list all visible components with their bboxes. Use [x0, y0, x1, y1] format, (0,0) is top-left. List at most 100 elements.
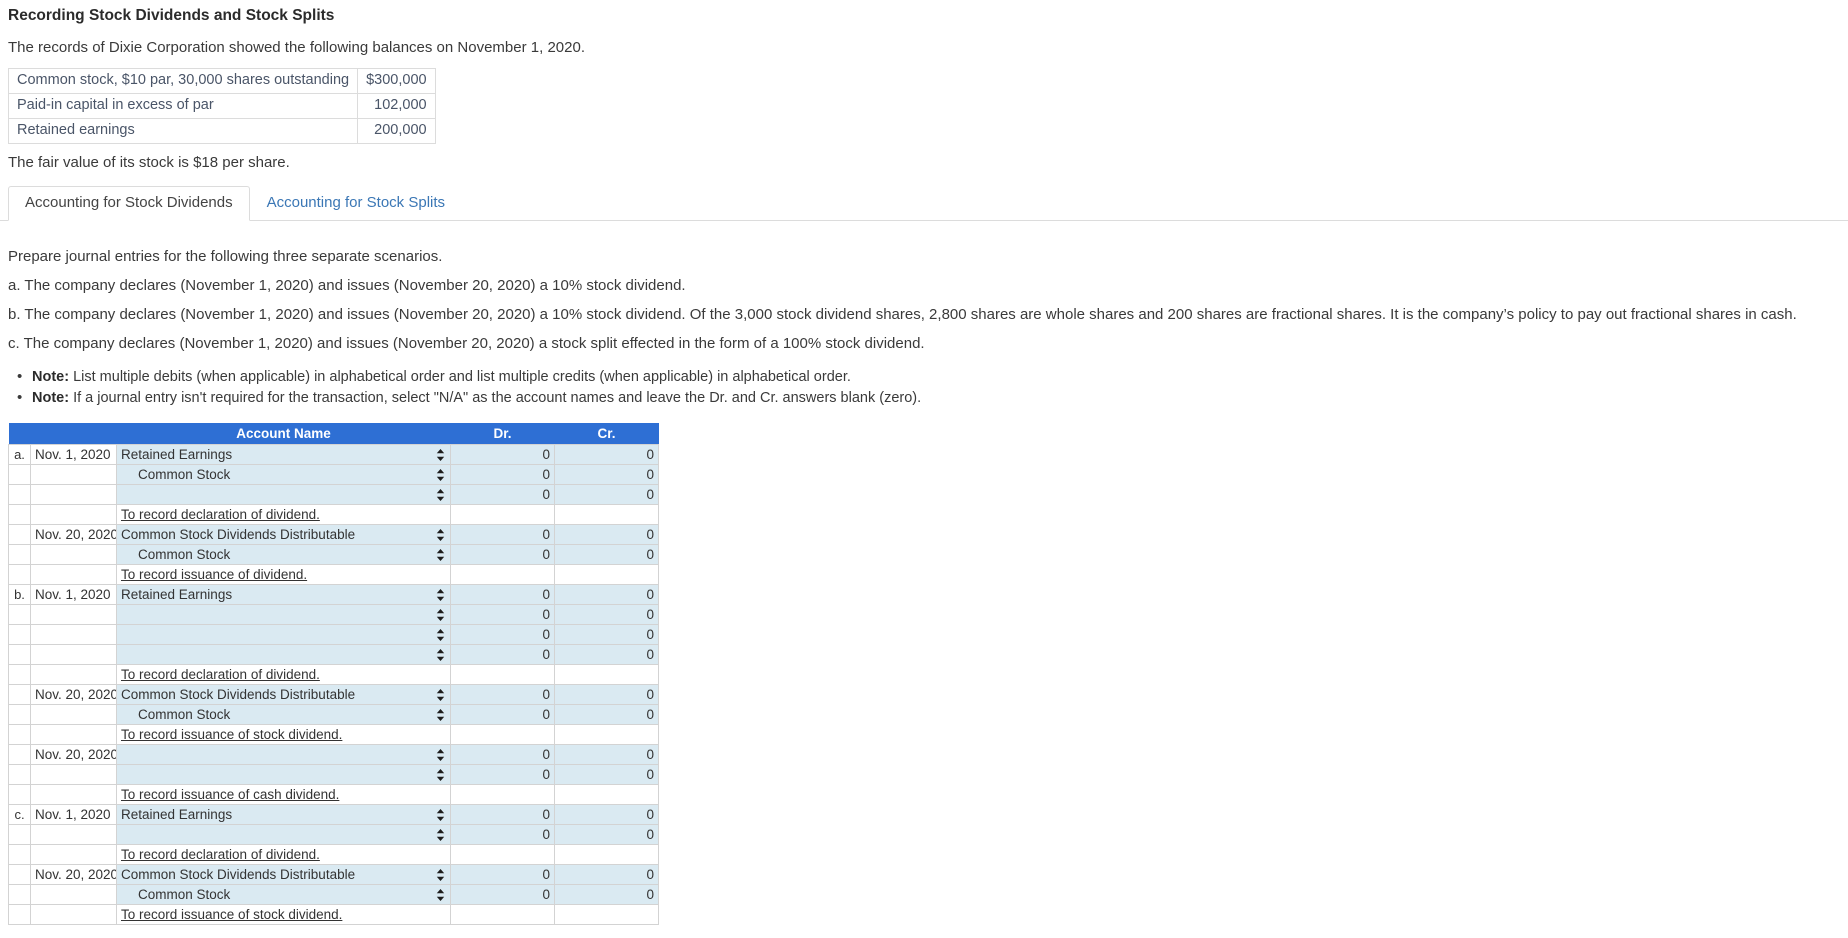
- journal-row-key: [8, 504, 31, 525]
- memo-text: To record issuance of cash dividend.: [121, 786, 340, 802]
- debit-input[interactable]: 0: [450, 464, 555, 485]
- credit-input[interactable]: 0: [554, 704, 659, 725]
- credit-input[interactable]: 0: [554, 484, 659, 505]
- account-name-select[interactable]: Common Stock: [116, 464, 451, 485]
- credit-input[interactable]: 0: [554, 764, 659, 785]
- debit-input[interactable]: 0: [450, 444, 555, 465]
- account-name-select[interactable]: Retained Earnings: [116, 804, 451, 825]
- chevron-updown-icon[interactable]: [436, 768, 445, 781]
- journal-row-dr-empty: [450, 564, 555, 585]
- debit-input[interactable]: 0: [450, 864, 555, 885]
- account-name-select[interactable]: Common Stock Dividends Distributable: [116, 684, 451, 705]
- account-name-select[interactable]: Common Stock Dividends Distributable: [116, 524, 451, 545]
- debit-input[interactable]: 0: [450, 704, 555, 725]
- debit-input[interactable]: 0: [450, 484, 555, 505]
- credit-input[interactable]: 0: [554, 624, 659, 645]
- chevron-updown-icon[interactable]: [436, 868, 445, 881]
- credit-input[interactable]: 0: [554, 604, 659, 625]
- account-name-select[interactable]: Common Stock: [116, 544, 451, 565]
- journal-row-key: [8, 724, 31, 745]
- chevron-updown-icon[interactable]: [436, 748, 445, 761]
- chevron-updown-icon[interactable]: [436, 688, 445, 701]
- chevron-updown-icon[interactable]: [436, 548, 445, 561]
- chevron-updown-icon[interactable]: [436, 448, 445, 461]
- balances-label: Paid-in capital in excess of par: [7, 93, 359, 119]
- account-name-select[interactable]: Retained Earnings: [116, 584, 451, 605]
- chevron-updown-icon[interactable]: [436, 648, 445, 661]
- debit-input[interactable]: 0: [450, 744, 555, 765]
- tab-bar: Accounting for Stock Dividends Accountin…: [0, 186, 1848, 221]
- account-name-select[interactable]: [116, 484, 451, 505]
- tab-accounting-for-stock-dividends[interactable]: Accounting for Stock Dividends: [8, 186, 250, 221]
- journal-header-account-name: Account Name: [116, 423, 451, 445]
- journal-row-key: [8, 864, 31, 885]
- chevron-updown-icon[interactable]: [436, 888, 445, 901]
- scenario-c-text: c. The company declares (November 1, 202…: [8, 335, 925, 352]
- chevron-updown-icon[interactable]: [436, 808, 445, 821]
- journal-row-key: b.: [8, 584, 31, 605]
- question-page: Recording Stock Dividends and Stock Spli…: [0, 0, 1848, 925]
- journal-row-key: [8, 744, 31, 765]
- credit-input[interactable]: 0: [554, 824, 659, 845]
- debit-input[interactable]: 0: [450, 584, 555, 605]
- journal-row-key: [8, 604, 31, 625]
- chevron-updown-icon[interactable]: [436, 628, 445, 641]
- debit-input[interactable]: 0: [450, 644, 555, 665]
- account-name-select[interactable]: [116, 764, 451, 785]
- account-name-select[interactable]: [116, 644, 451, 665]
- credit-input[interactable]: 0: [554, 644, 659, 665]
- table-row: To record issuance of stock dividend.: [8, 904, 659, 925]
- journal-row-key: [8, 704, 31, 725]
- table-row: c. Nov. 1, 2020 Retained Earnings 0 0: [8, 804, 659, 825]
- debit-input[interactable]: 0: [450, 824, 555, 845]
- account-name-select[interactable]: Common Stock Dividends Distributable: [116, 864, 451, 885]
- debit-input[interactable]: 0: [450, 804, 555, 825]
- chevron-updown-icon[interactable]: [436, 488, 445, 501]
- chevron-updown-icon[interactable]: [436, 528, 445, 541]
- journal-row-dr-empty: [450, 504, 555, 525]
- debit-input[interactable]: 0: [450, 524, 555, 545]
- account-name-select[interactable]: [116, 824, 451, 845]
- debit-input[interactable]: 0: [450, 764, 555, 785]
- memo-text: To record issuance of stock dividend.: [121, 906, 343, 922]
- credit-input[interactable]: 0: [554, 524, 659, 545]
- debit-input[interactable]: 0: [450, 544, 555, 565]
- account-name-select[interactable]: Retained Earnings: [116, 444, 451, 465]
- journal-row-date: [30, 764, 117, 785]
- tab-accounting-for-stock-splits[interactable]: Accounting for Stock Splits: [250, 186, 462, 221]
- account-name-select[interactable]: [116, 624, 451, 645]
- credit-input[interactable]: 0: [554, 544, 659, 565]
- credit-input[interactable]: 0: [554, 864, 659, 885]
- account-name-select[interactable]: Common Stock: [116, 884, 451, 905]
- debit-input[interactable]: 0: [450, 884, 555, 905]
- credit-input[interactable]: 0: [554, 804, 659, 825]
- account-name-value: Retained Earnings: [121, 806, 233, 822]
- journal-row-key: [8, 824, 31, 845]
- chevron-updown-icon[interactable]: [436, 828, 445, 841]
- journal-row-cr-empty: [554, 784, 659, 805]
- credit-input[interactable]: 0: [554, 464, 659, 485]
- credit-input[interactable]: 0: [554, 744, 659, 765]
- chevron-updown-icon[interactable]: [436, 708, 445, 721]
- credit-input[interactable]: 0: [554, 444, 659, 465]
- journal-row-dr-empty: [450, 844, 555, 865]
- debit-input[interactable]: 0: [450, 624, 555, 645]
- chevron-updown-icon[interactable]: [436, 588, 445, 601]
- journal-row-date: [30, 724, 117, 745]
- journal-entry-section: Account Name Dr. Cr. a. Nov. 1, 2020 Retai…: [8, 409, 1848, 925]
- credit-input[interactable]: 0: [554, 584, 659, 605]
- chevron-updown-icon[interactable]: [436, 608, 445, 621]
- account-name-select[interactable]: [116, 604, 451, 625]
- table-row: Retained earnings 200,000: [7, 118, 436, 144]
- chevron-updown-icon[interactable]: [436, 468, 445, 481]
- debit-input[interactable]: 0: [450, 604, 555, 625]
- list-item: Note: List multiple debits (when applica…: [17, 366, 1848, 388]
- credit-input[interactable]: 0: [554, 884, 659, 905]
- table-row: Nov. 20, 2020 Common Stock Dividends Dist…: [8, 864, 659, 885]
- memo-text: To record issuance of dividend.: [121, 566, 308, 582]
- credit-input[interactable]: 0: [554, 684, 659, 705]
- account-name-select[interactable]: Common Stock: [116, 704, 451, 725]
- debit-input[interactable]: 0: [450, 684, 555, 705]
- balances-amount: 200,000: [357, 118, 436, 144]
- account-name-select[interactable]: [116, 744, 451, 765]
